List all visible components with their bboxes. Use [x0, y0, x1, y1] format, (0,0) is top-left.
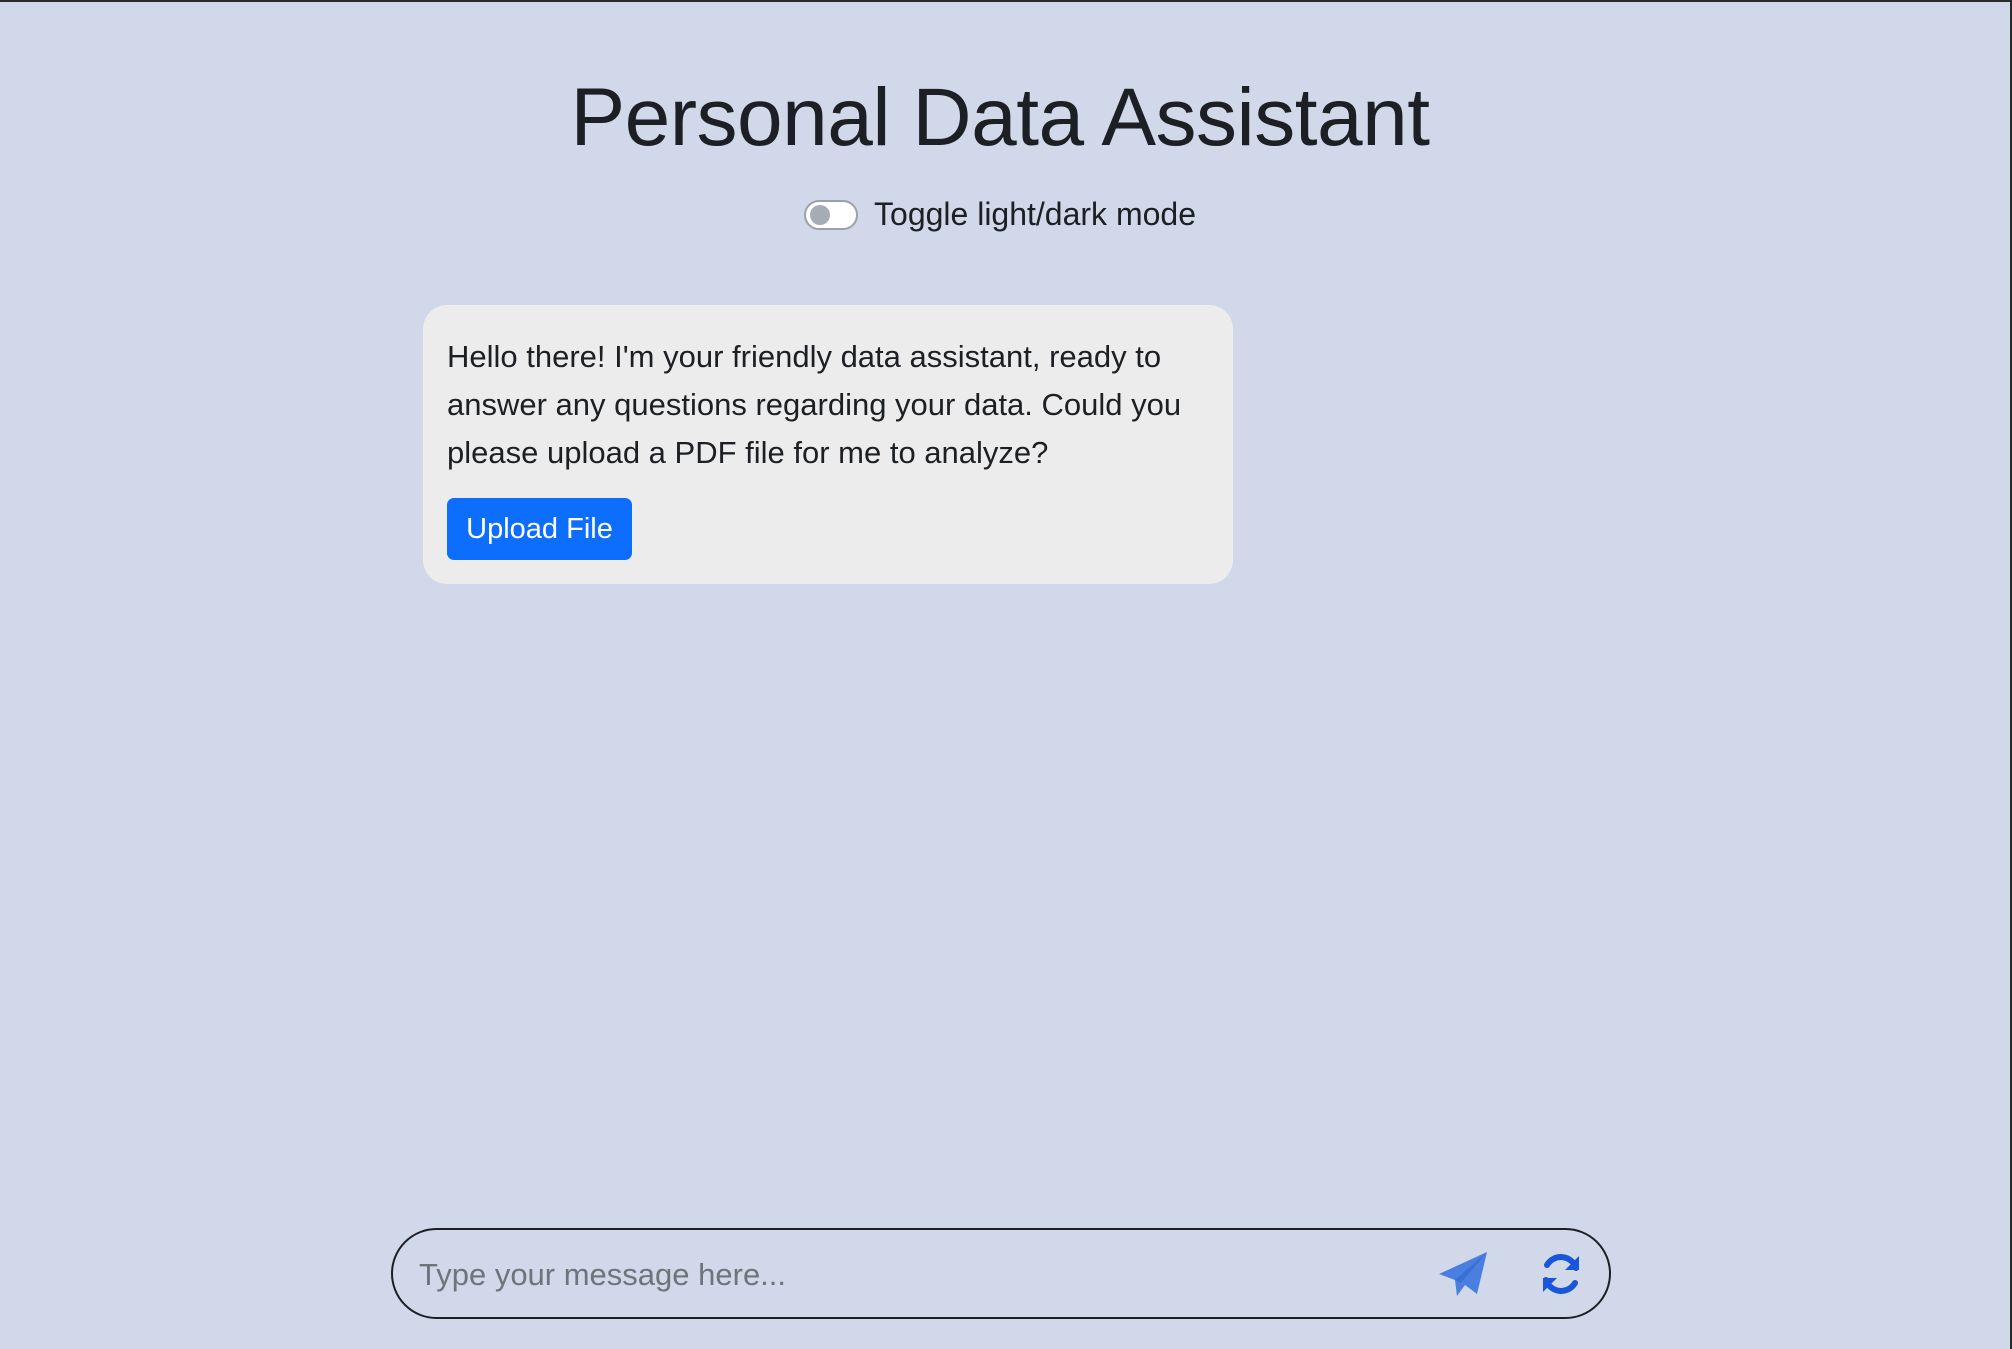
page-title: Personal Data Assistant [570, 72, 1430, 163]
refresh-icon[interactable] [1537, 1250, 1585, 1298]
message-input[interactable] [417, 1244, 1421, 1306]
toggle-knob [810, 204, 831, 225]
dark-mode-toggle[interactable] [804, 199, 859, 230]
message-composer [391, 1228, 1611, 1319]
assistant-message-text: Hello there! I'm your friendly data assi… [447, 339, 1182, 470]
window-top-border [0, 0, 2012, 2]
dark-mode-toggle-label[interactable]: Toggle light/dark mode [874, 196, 1196, 233]
mode-toggle-row: Toggle light/dark mode [0, 196, 2000, 233]
paper-plane-icon[interactable] [1437, 1250, 1489, 1300]
assistant-message-bubble: Hello there! I'm your friendly data assi… [423, 305, 1233, 584]
upload-file-button[interactable]: Upload File [447, 498, 632, 560]
